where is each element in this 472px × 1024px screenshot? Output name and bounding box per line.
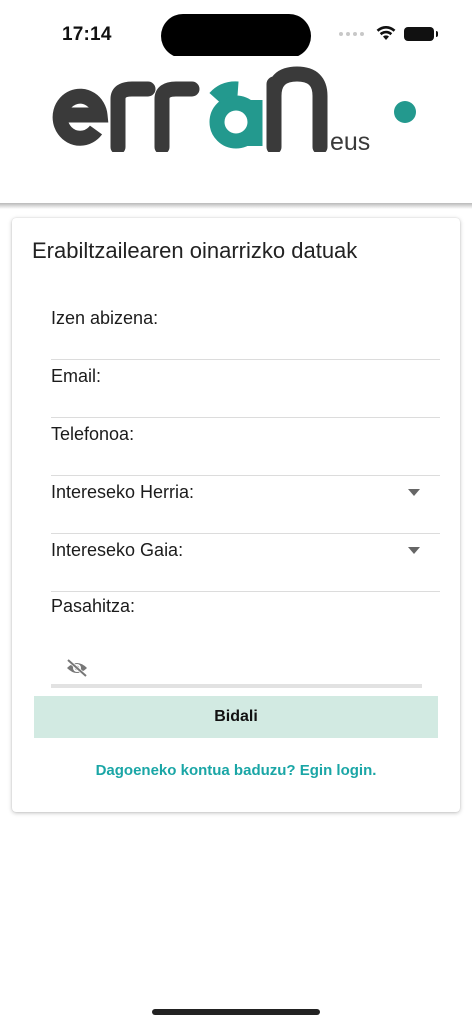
town-label: Intereseko Herria: [51, 482, 195, 502]
logo-suffix: eus [330, 128, 370, 152]
phone-field[interactable]: Telefonoa: [51, 418, 440, 476]
email-label: Email: [51, 366, 102, 386]
form-title: Erabiltzailearen oinarrizko datuak [32, 238, 358, 263]
submit-button[interactable]: Bidali [34, 696, 438, 738]
login-link[interactable]: Dagoeneko kontua baduzu? Egin login. [12, 762, 460, 779]
status-icons [339, 26, 438, 41]
password-underline [51, 684, 422, 688]
eye-off-icon[interactable] [65, 658, 89, 678]
battery-icon [404, 26, 438, 41]
home-indicator[interactable] [152, 1009, 320, 1015]
password-label: Pasahitza: [51, 596, 136, 616]
registration-card: Erabiltzailearen oinarrizko datuak Izen … [12, 218, 460, 812]
wifi-icon [376, 26, 396, 40]
full-name-label: Izen abizena: [51, 308, 159, 328]
phone-label: Telefonoa: [51, 424, 135, 444]
topic-label: Intereseko Gaia: [51, 540, 184, 560]
dropdown-arrow-icon [408, 489, 420, 496]
status-time: 17:14 [62, 24, 112, 45]
dynamic-island [161, 14, 311, 58]
status-bar: 17:14 [0, 0, 472, 58]
dropdown-arrow-icon [408, 547, 420, 554]
topic-select[interactable]: Intereseko Gaia: [51, 534, 440, 592]
email-field[interactable]: Email: [51, 360, 440, 418]
erran-logo: eus [52, 66, 416, 152]
full-name-field[interactable]: Izen abizena: [51, 302, 440, 360]
app-header: eus [0, 56, 472, 204]
cellular-signal-icon [339, 31, 364, 36]
password-field[interactable]: Pasahitza: [51, 590, 440, 690]
header-shadow [0, 203, 472, 209]
town-select[interactable]: Intereseko Herria: [51, 476, 440, 534]
